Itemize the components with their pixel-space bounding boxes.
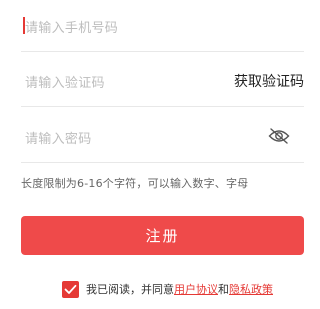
agreement-prefix: 我已阅读，并同意: [86, 283, 174, 296]
agreement-checkbox[interactable]: [62, 280, 79, 298]
agreement-and: 和: [218, 283, 229, 296]
privacy-policy-link[interactable]: 隐私政策: [229, 283, 273, 296]
code-placeholder: 请输入验证码: [25, 76, 105, 91]
eye-slash-icon[interactable]: [268, 127, 290, 145]
user-agreement-link[interactable]: 用户协议: [174, 283, 218, 296]
register-form: 请输入手机号码 请输入验证码 获取验证码 请输入密码 长度限制为6-16个字符，…: [0, 0, 320, 309]
password-field[interactable]: 请输入密码: [21, 111, 304, 163]
agreement-text: 我已阅读，并同意用户协议和隐私政策: [86, 281, 273, 297]
phone-field[interactable]: 请输入手机号码: [21, 0, 304, 52]
get-code-button[interactable]: 获取验证码: [234, 71, 304, 91]
checkmark-icon: [64, 284, 77, 294]
phone-placeholder: 请输入手机号码: [25, 21, 119, 36]
verification-code-field[interactable]: 请输入验证码 获取验证码: [21, 55, 304, 107]
register-button[interactable]: 注册: [21, 216, 304, 255]
agreement-row: 我已阅读，并同意用户协议和隐私政策: [62, 280, 273, 298]
password-placeholder: 请输入密码: [25, 132, 92, 147]
password-hint: 长度限制为6-16个字符，可以输入数字、字母: [21, 177, 249, 190]
